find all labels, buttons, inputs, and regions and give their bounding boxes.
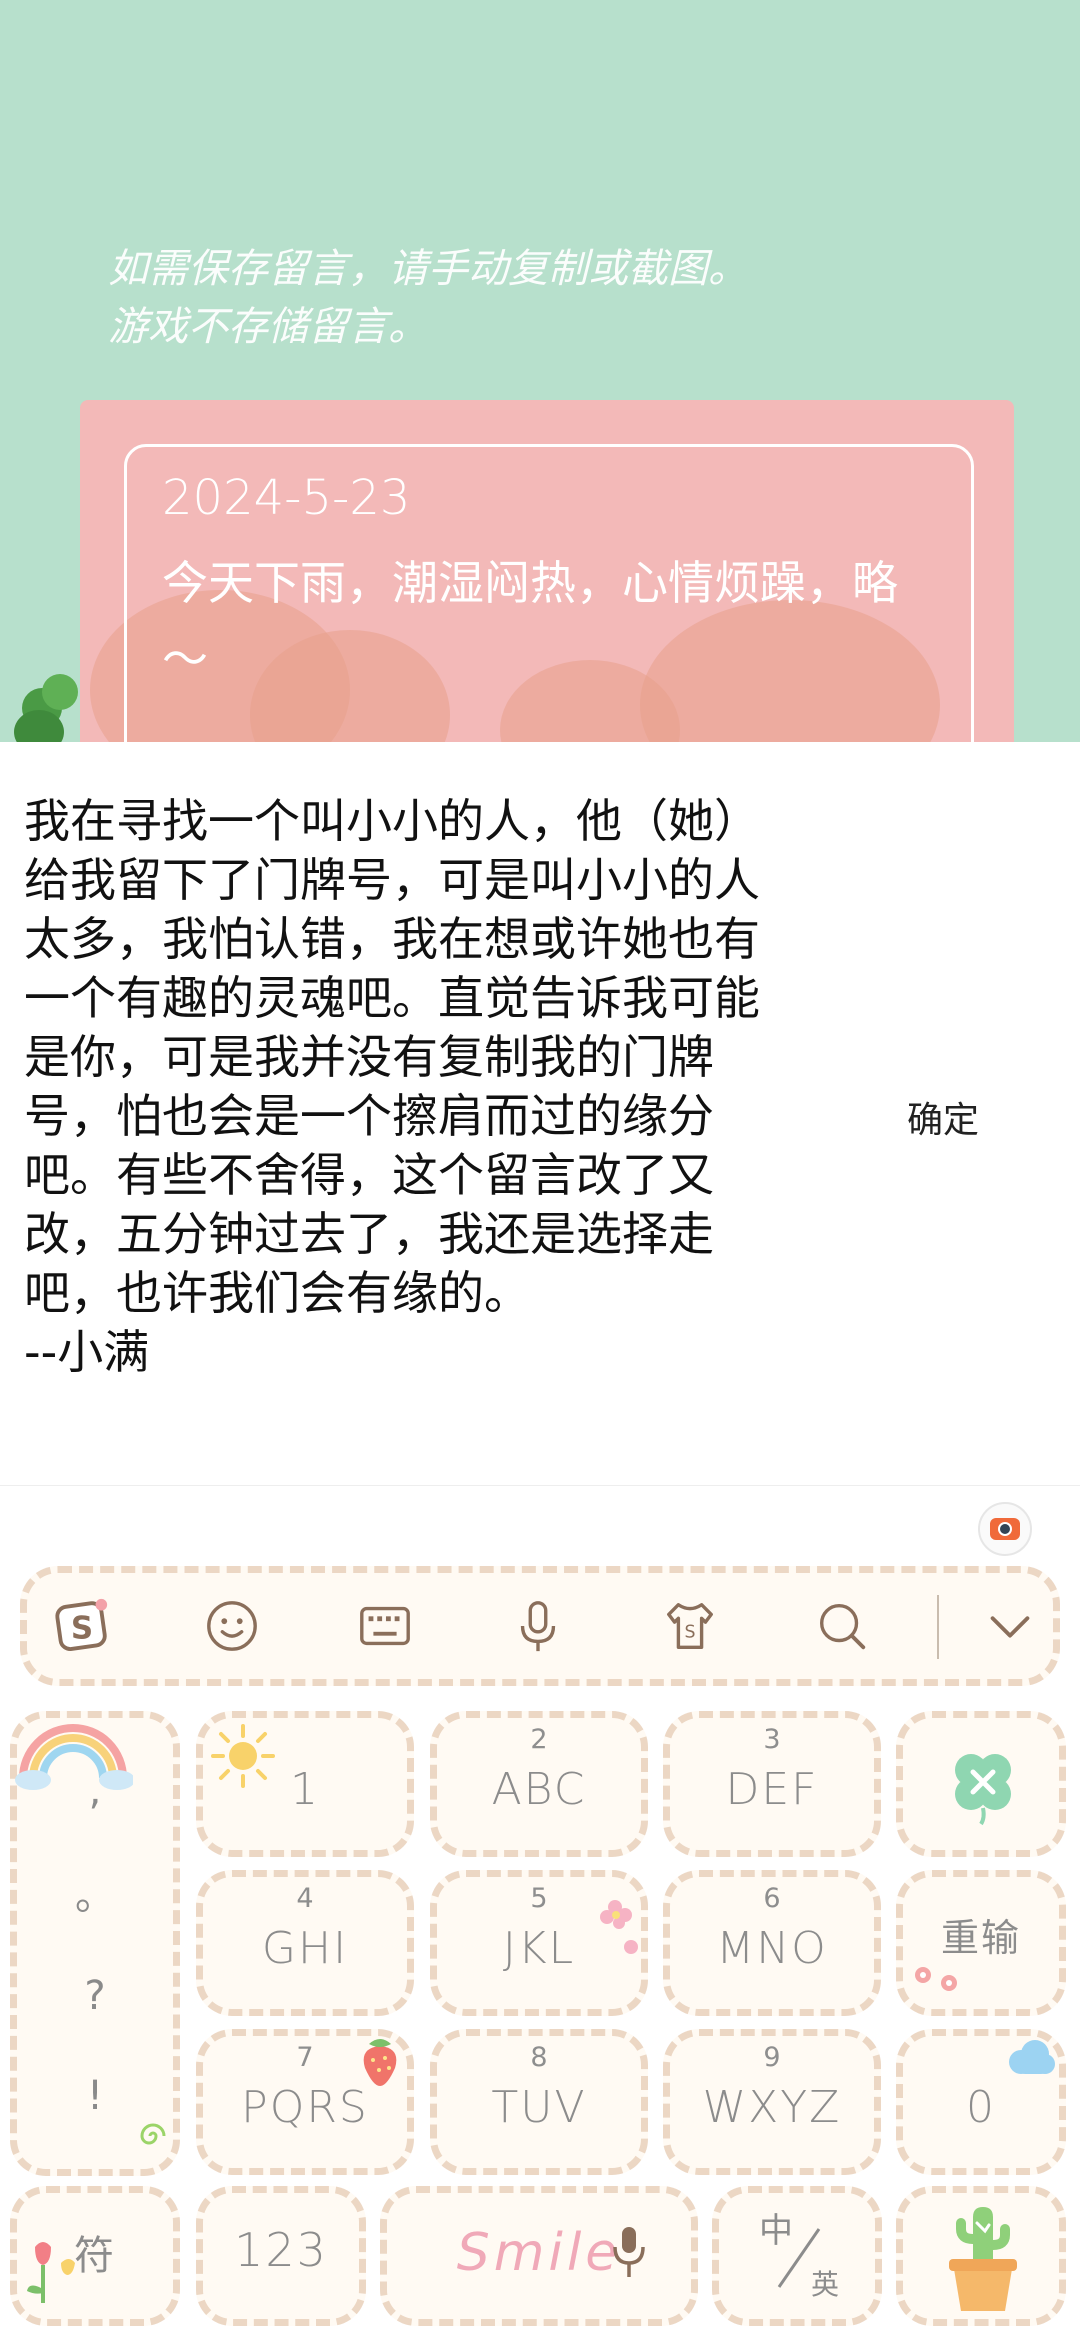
language-switch-key[interactable]: 中 英 [712,2186,882,2326]
emoji-icon[interactable] [199,1593,265,1659]
key-4-ghi[interactable]: 4 GHI [196,1870,414,2016]
microphone-icon[interactable] [505,1593,571,1659]
retype-key[interactable]: 重输 [896,1870,1066,2016]
key-4-label: GHI [261,1923,349,1974]
number-mode-label: 123 [234,2223,328,2277]
key-6-number: 6 [763,1883,781,1914]
game-scene: 如需保存留言，请手动复制或截图。 游戏不存储留言。 2024-5-23 今天下雨… [0,0,1080,742]
key-9-wxyz[interactable]: 9 WXYZ [663,2029,881,2175]
flower-icon [600,1900,638,1954]
keyboard-toolbar: S S [20,1566,1060,1686]
bush-decoration [14,672,84,742]
toolbar-divider [937,1595,939,1659]
space-key[interactable]: Smile [380,2186,698,2326]
clover-delete-icon [955,1754,1011,1826]
skin-shirt-icon[interactable]: S [657,1593,723,1659]
key-7-pqrs[interactable]: 7 PQRS [196,2029,414,2175]
punct-exclaim[interactable]: ! [17,2073,173,2119]
cactus-pot-icon [949,2207,1017,2311]
confirm-button[interactable]: 确定 [880,1087,1006,1147]
key-6-label: MNO [716,1923,828,1974]
cloud-icon [1009,2040,1055,2074]
camera-float-icon[interactable] [978,1502,1032,1556]
retype-label: 重输 [940,1916,1021,1960]
enter-key[interactable] [896,2186,1066,2326]
punct-comma[interactable]: , [17,1768,173,1814]
space-mic-icon [613,2227,645,2277]
sogou-logo-icon[interactable]: S [49,1593,115,1659]
search-icon[interactable] [809,1593,875,1659]
collapse-chevron-icon[interactable] [977,1593,1043,1659]
key-0-label: 0 [966,2082,996,2133]
tulip-icon [27,2242,75,2303]
number-mode-key[interactable]: 123 [196,2186,366,2326]
notice-line-2: 游戏不存储留言。 [108,304,428,350]
key-8-tuv[interactable]: 8 TUV [430,2029,648,2175]
key-5-jkl[interactable]: 5 JKL [430,1870,648,2016]
strawberry-icon [363,2039,397,2086]
key-2-abc[interactable]: 2 ABC [430,1711,648,1857]
punctuation-column[interactable]: , 。 ? ! [10,1711,180,2176]
card-text: 今天下雨，潮湿闷热，心情烦躁，略～ [162,556,898,686]
svg-text:S: S [71,1611,93,1647]
key-6-mno[interactable]: 6 MNO [663,1870,881,2016]
punct-question[interactable]: ? [17,1973,173,2019]
save-notice: 如需保存留言，请手动复制或截图。 游戏不存储留言。 [108,240,748,356]
svg-text:S: S [684,1623,695,1643]
key-9-label: WXYZ [702,2082,842,2133]
key-2-label: ABC [491,1764,587,1815]
key-1[interactable]: 1 [196,1711,414,1857]
key-0[interactable]: 0 [896,2029,1066,2175]
key-3-def[interactable]: 3 DEF [663,1711,881,1857]
key-8-number: 8 [530,2042,548,2073]
ime-keyboard: S S , 。 ? ! 1 2 ABC 3 DEF 4 GHI 5 JKL 6 … [0,1486,1080,2331]
keyboard-icon[interactable] [352,1593,418,1659]
symbol-key[interactable]: 符 [10,2186,180,2326]
notice-line-1: 如需保存留言，请手动复制或截图。 [108,246,748,292]
key-3-label: DEF [725,1764,819,1815]
key-9-number: 9 [763,2042,781,2073]
key-1-label: 1 [290,1764,320,1815]
key-2-number: 2 [530,1724,548,1755]
lang-label-en: 英 [811,2268,840,2301]
card-date: 2024-5-23 [162,470,411,526]
delete-key[interactable] [896,1711,1066,1857]
key-4-number: 4 [296,1883,314,1914]
key-7-label: PQRS [241,2082,369,2133]
key-8-label: TUV [491,2082,587,2133]
message-input-panel: 我在寻找一个叫小小的人，他（她）给我留下了门牌号，可是叫小小的人太多，我怕认错，… [0,742,1080,1486]
key-3-number: 3 [763,1724,781,1755]
punct-period[interactable]: 。 [17,1863,173,1921]
message-input[interactable]: 我在寻找一个叫小小的人，他（她）给我留下了门牌号，可是叫小小的人太多，我怕认错，… [24,792,794,1382]
swirl-icon [140,2123,166,2145]
flowers-icon [915,1967,957,1991]
